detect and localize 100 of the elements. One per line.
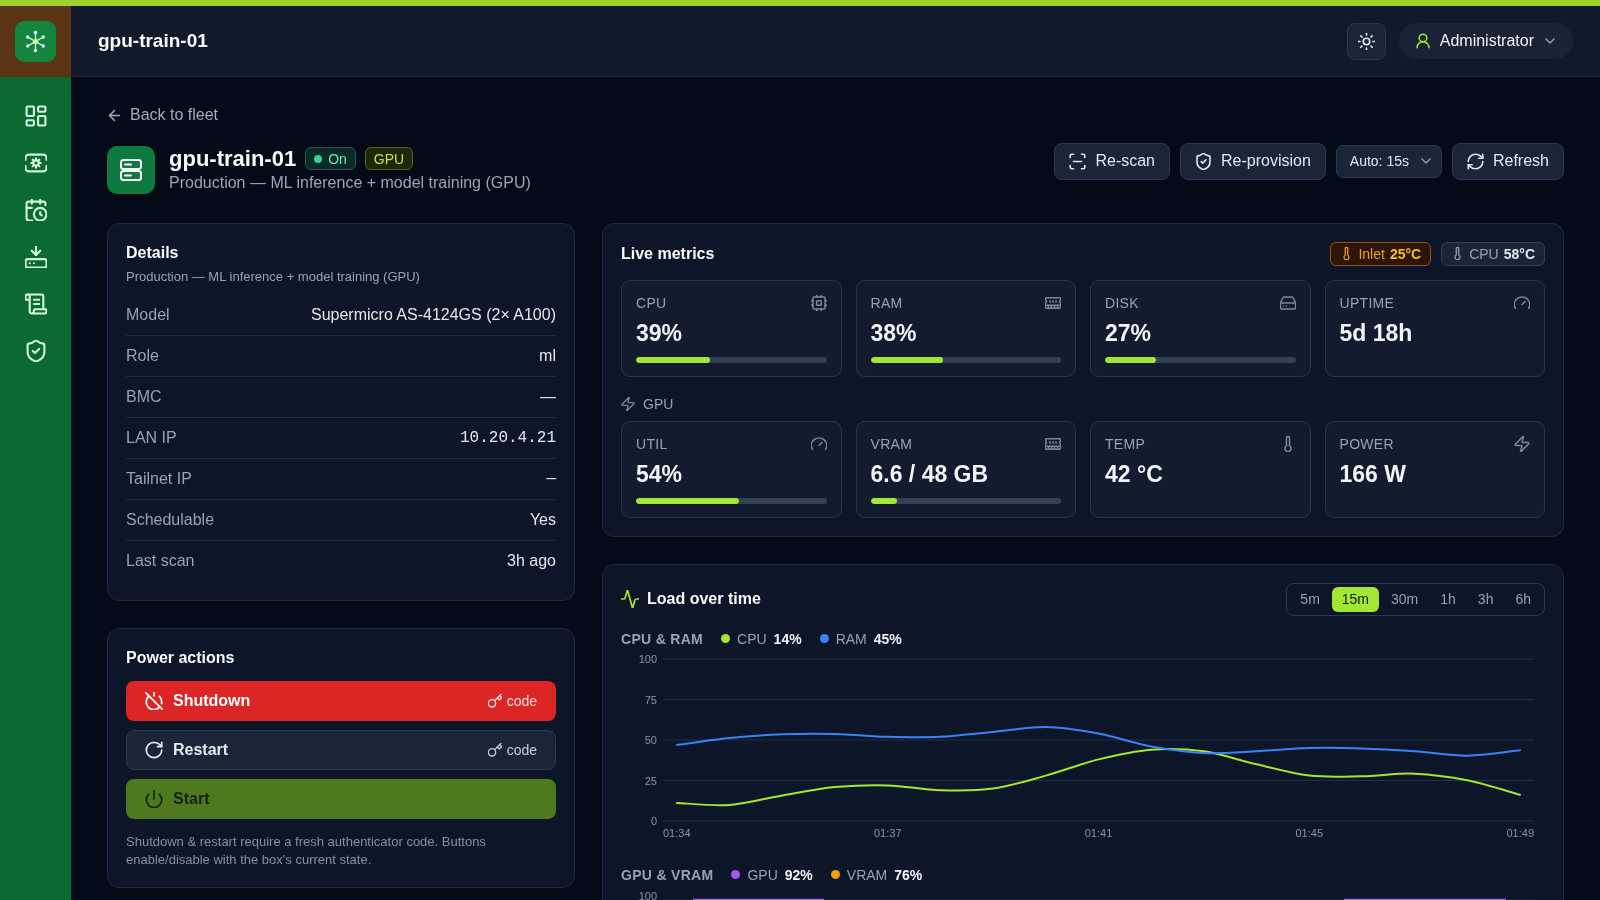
metric-value: 166 W [1339, 459, 1407, 488]
card-title: Load over time [647, 589, 761, 609]
legend-value: 76% [894, 866, 923, 883]
user-menu-button[interactable]: Administrator [1398, 23, 1573, 59]
detail-value: Supermicro AS-4124GS (2× A100) [310, 305, 556, 324]
download-tray-icon[interactable] [24, 246, 47, 268]
shield-check-icon [1195, 152, 1212, 170]
detail-value: — [540, 387, 556, 406]
bolt-icon [1514, 435, 1530, 452]
memory-icon [1045, 435, 1061, 452]
logo-icon [15, 21, 56, 62]
reprovision-button[interactable]: Re-provision [1180, 142, 1326, 180]
metric-value: 27% [1105, 318, 1153, 347]
axis-label: 75 [644, 693, 657, 705]
detail-value: — [546, 469, 556, 488]
detail-label: Schedulable [126, 510, 215, 529]
shield-check-icon[interactable] [24, 340, 47, 362]
pulse-icon [621, 590, 639, 608]
metric-value: 38% [870, 318, 918, 347]
detail-value: 10.20.4.21 [460, 428, 556, 447]
help-text: Shutdown & restart require a fresh authenticator code. Buttons enable/disable with the box's current state. [126, 832, 487, 869]
bolt-icon [621, 396, 635, 411]
card-title: Details [126, 242, 180, 263]
grid-icon[interactable] [24, 105, 47, 127]
sun-icon [1357, 32, 1375, 50]
metric-label: RAM [870, 294, 903, 311]
range-tab[interactable]: 30m [1381, 586, 1429, 612]
metric-value: 42 °C [1105, 459, 1164, 488]
page-title: gpu-train-01 [98, 30, 208, 52]
interval-select[interactable]: Auto: 15s [1335, 144, 1442, 178]
section-label: GPU [643, 395, 674, 412]
back-link[interactable]: Back to fleet [107, 106, 219, 124]
axis-label: 25 [644, 774, 657, 786]
axis-label: 01:45 [1295, 826, 1323, 839]
restart-button[interactable]: Restart code [126, 729, 556, 770]
rotate-icon [145, 740, 163, 759]
host-title: gpu-train-01 [169, 145, 297, 172]
temperature-label: CPU [1469, 245, 1499, 262]
metric-label: TEMP [1105, 435, 1146, 452]
axis-label: 01:34 [663, 826, 691, 839]
card-subtitle: Production — ML inference + model training (GPU) [126, 268, 421, 285]
gauge-icon [810, 435, 827, 452]
calendar-clock-icon[interactable] [24, 199, 47, 221]
refresh-icon [1466, 152, 1484, 170]
legend-label: GPU [747, 866, 778, 883]
detail-value: ml [539, 346, 556, 365]
gear-panel-icon[interactable] [24, 152, 47, 174]
user-icon [1414, 33, 1431, 49]
legend-value: 92% [784, 866, 813, 883]
axis-label: 100 [638, 652, 657, 665]
power-off-icon [145, 691, 163, 710]
detail-label: BMC [126, 387, 162, 406]
scan-icon [1069, 152, 1087, 170]
key-icon [487, 693, 502, 708]
legend-label: CPU [737, 630, 767, 647]
detail-label: Model [126, 305, 170, 324]
refresh-button[interactable]: Refresh [1451, 142, 1564, 180]
chip-icon [810, 294, 827, 311]
legend-value: 45% [873, 630, 902, 647]
metric-value: 39% [636, 318, 684, 347]
metric-label: CPU [636, 294, 667, 311]
shutdown-button[interactable]: Shutdown code [126, 680, 556, 721]
range-tab[interactable]: 6h [1505, 586, 1541, 612]
axis-label: 0 [650, 814, 657, 827]
memory-icon [1045, 294, 1061, 311]
axis-label: 50 [644, 733, 657, 746]
metric-label: DISK [1105, 294, 1139, 311]
metric-label: UPTIME [1339, 294, 1395, 311]
detail-label: Tailnet IP [126, 469, 192, 488]
axis-label: 100 [638, 889, 657, 900]
range-tab[interactable]: 15m [1331, 586, 1380, 612]
gauge-icon [1514, 294, 1530, 311]
code-hint: code [506, 741, 537, 758]
tag-badge: GPU [364, 147, 414, 170]
temperature-value: 58°C [1503, 245, 1535, 262]
metric-label: UTIL [636, 435, 668, 452]
range-tab[interactable]: 1h [1430, 586, 1466, 612]
range-tab[interactable]: 3h [1467, 586, 1504, 612]
detail-label: Last scan [126, 552, 195, 570]
key-icon [487, 742, 502, 757]
range-tab[interactable]: 5m [1290, 586, 1330, 612]
host-description: Production — ML inference + model training (GPU) [169, 173, 531, 192]
axis-label: 01:41 [1084, 826, 1113, 839]
detail-label: Role [126, 346, 159, 365]
legend-value: 14% [773, 630, 802, 647]
card-title: Power actions [126, 647, 236, 668]
detail-label: LAN IP [126, 428, 177, 447]
detail-value: 3h ago [507, 552, 556, 570]
temperature-value: 25°C [1389, 245, 1422, 262]
metric-label: POWER [1339, 435, 1394, 452]
scroll-icon[interactable] [24, 293, 47, 315]
rescan-button[interactable]: Re-scan [1054, 142, 1170, 180]
theme-toggle-button[interactable] [1346, 22, 1386, 60]
metric-label: VRAM [870, 435, 913, 452]
server-icon [107, 145, 155, 194]
metric-value: 54% [636, 459, 684, 488]
chart-title: CPU & RAM [621, 630, 704, 647]
drive-icon [1279, 294, 1296, 311]
chart-title: GPU & VRAM [621, 866, 714, 883]
axis-label: 01:49 [1506, 826, 1534, 839]
